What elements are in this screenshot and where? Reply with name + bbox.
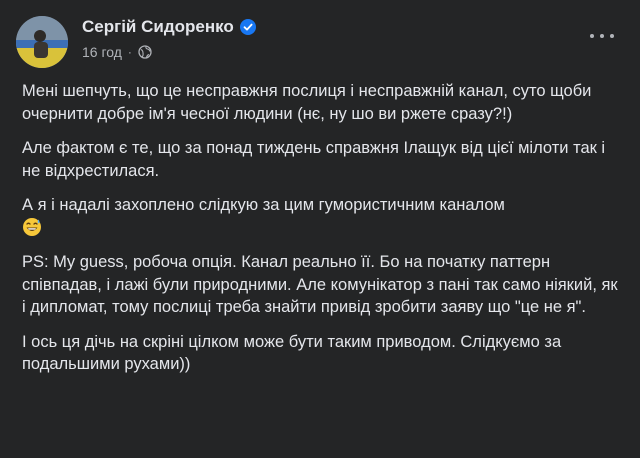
- post-timestamp[interactable]: 16 год: [82, 44, 122, 60]
- post-meta: 16 год ·: [82, 44, 152, 60]
- verified-badge-icon: [239, 19, 256, 35]
- post-paragraph: PS: My guess, робоча опція. Канал реальн…: [22, 253, 618, 316]
- more-options-icon[interactable]: [590, 30, 614, 42]
- post-paragraph: І ось ця дічь на скріні цілком може бути…: [22, 332, 562, 374]
- globe-icon[interactable]: [138, 45, 152, 59]
- more-dot: [610, 34, 614, 38]
- post-body: Мені шепчуть, що це несправжня послиця і…: [22, 80, 622, 388]
- post-paragraph: Мені шепчуть, що це несправжня послиця і…: [22, 82, 592, 123]
- author-avatar[interactable]: [16, 16, 68, 68]
- author-name-link[interactable]: Сергій Сидоренко: [82, 17, 256, 37]
- meta-separator: ·: [127, 45, 132, 59]
- post-paragraph: А я і надалі захоплено слідкую за цим гу…: [22, 196, 505, 214]
- grinning-sweat-emoji: [22, 217, 42, 237]
- author-name[interactable]: Сергій Сидоренко: [82, 17, 234, 37]
- post-paragraph-with-emoji: А я і надалі захоплено слідкую за цим гу…: [22, 194, 622, 239]
- more-dot: [600, 34, 604, 38]
- post-paragraph: Але фактом є те, що за понад тиждень спр…: [22, 139, 606, 180]
- more-dot: [590, 34, 594, 38]
